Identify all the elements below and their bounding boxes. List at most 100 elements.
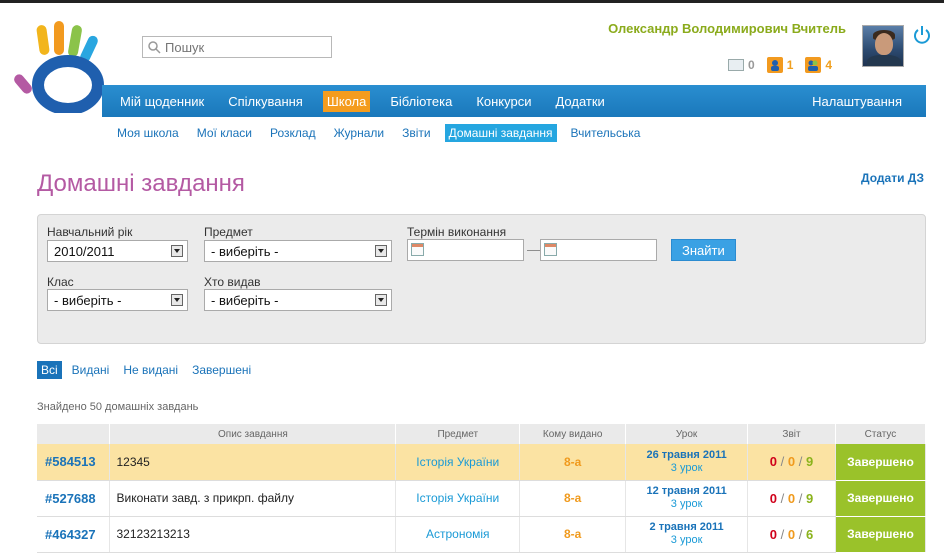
friends-count[interactable]: 4 xyxy=(825,58,832,72)
col-lesson[interactable]: Урок xyxy=(625,424,749,444)
subnav-homework[interactable]: Домашні завдання xyxy=(444,124,557,142)
chevron-down-icon xyxy=(375,294,387,306)
report-sep: / xyxy=(780,526,785,542)
report-red: 0 xyxy=(769,526,778,542)
nav-apps[interactable]: Додатки xyxy=(551,91,608,112)
site-logo[interactable] xyxy=(14,21,114,115)
lesson-number: 3 урок xyxy=(670,534,703,546)
col-description[interactable]: Опис завдання xyxy=(109,424,397,444)
search-input[interactable] xyxy=(165,37,325,57)
homework-report[interactable]: 0 / 0 / 9 xyxy=(747,444,836,481)
subnav-teachers-room[interactable]: Вчительська xyxy=(567,124,645,142)
subnav-schedule[interactable]: Розклад xyxy=(266,124,320,142)
status-badge: Завершено xyxy=(835,480,927,517)
nav-communication[interactable]: Спілкування xyxy=(224,91,307,112)
nav-school[interactable]: Школа xyxy=(322,90,371,112)
deadline-label: Термін виконання xyxy=(407,225,507,239)
chevron-down-icon xyxy=(171,294,183,306)
homework-description[interactable]: 32123213213 xyxy=(109,516,397,553)
lesson-date[interactable]: 26 травня 2011 xyxy=(626,449,747,462)
report-red: 0 xyxy=(769,490,778,506)
report-orange: 0 xyxy=(787,526,796,542)
homework-report[interactable]: 0 / 0 / 6 xyxy=(747,516,836,553)
tab-not-issued[interactable]: Не видані xyxy=(119,361,182,379)
homework-subject[interactable]: Історія України xyxy=(395,480,521,517)
calendar-icon[interactable] xyxy=(411,243,424,256)
friends-icon[interactable] xyxy=(805,57,822,73)
notification-icon[interactable] xyxy=(766,57,783,73)
class-select[interactable]: - виберіть - xyxy=(47,289,188,311)
homework-class[interactable]: 8-а xyxy=(519,444,627,481)
add-homework-link[interactable]: Додати ДЗ xyxy=(861,171,924,185)
table-row[interactable]: #464327 32123213213 Астрономія 8-а 2 тра… xyxy=(37,516,927,553)
user-name[interactable]: Олександр Володимирович Вчитель xyxy=(608,21,846,36)
nav-library[interactable]: Бібліотека xyxy=(386,91,456,112)
deadline-from-input[interactable] xyxy=(407,239,524,261)
subject-label: Предмет xyxy=(204,225,253,239)
homework-subject[interactable]: Астрономія xyxy=(395,516,521,553)
report-sep: / xyxy=(780,490,785,506)
homework-description[interactable]: 12345 xyxy=(109,444,397,481)
homework-id[interactable]: #464327 xyxy=(37,516,111,553)
mail-icon[interactable] xyxy=(728,59,744,71)
report-sep: / xyxy=(798,490,803,506)
col-subject[interactable]: Предмет xyxy=(395,424,521,444)
lesson-date[interactable]: 12 травня 2011 xyxy=(626,485,747,498)
class-value: - виберіть - xyxy=(54,293,122,308)
col-assigned-to[interactable]: Кому видано xyxy=(519,424,627,444)
messages-count[interactable]: 0 xyxy=(748,58,755,72)
tab-issued[interactable]: Видані xyxy=(68,361,114,379)
table-row[interactable]: #584513 12345 Історія України 8-а 26 тра… xyxy=(37,444,927,481)
avatar[interactable] xyxy=(862,25,904,67)
report-green: 6 xyxy=(806,526,814,542)
lesson-number: 3 урок xyxy=(670,498,703,510)
nav-settings[interactable]: Налаштування xyxy=(808,91,906,112)
deadline-to-input[interactable] xyxy=(540,239,657,261)
date-separator: — xyxy=(527,241,541,257)
subject-select[interactable]: - виберіть - xyxy=(204,240,392,262)
chevron-down-icon xyxy=(375,245,387,257)
logout-icon[interactable] xyxy=(912,25,932,45)
report-sep: / xyxy=(798,526,803,542)
page-title: Домашні завдання xyxy=(37,170,245,197)
nav-my-diary[interactable]: Мій щоденник xyxy=(116,91,208,112)
calendar-icon[interactable] xyxy=(544,243,557,256)
subnav-my-classes[interactable]: Мої класи xyxy=(193,124,256,142)
issuer-value: - виберіть - xyxy=(211,293,279,308)
user-stats: 0 1 4 xyxy=(728,57,840,73)
report-sep: / xyxy=(780,454,785,470)
table-row[interactable]: #527688 Виконати завд. з прикрп. файлу І… xyxy=(37,480,927,517)
nav-contests[interactable]: Конкурси xyxy=(472,91,535,112)
col-report[interactable]: Звіт xyxy=(747,424,836,444)
filter-panel: Навчальний рік 2010/2011 Предмет - вибер… xyxy=(37,214,926,344)
year-select[interactable]: 2010/2011 xyxy=(47,240,188,262)
tab-all[interactable]: Всі xyxy=(37,361,62,379)
col-id xyxy=(37,424,111,444)
homework-id[interactable]: #584513 xyxy=(37,444,111,481)
homework-class[interactable]: 8-а xyxy=(519,516,627,553)
report-orange: 0 xyxy=(787,490,796,506)
find-button[interactable]: Знайти xyxy=(671,239,736,261)
table-header-row: Опис завдання Предмет Кому видано Урок З… xyxy=(37,424,927,444)
homework-lesson[interactable]: 26 травня 2011 3 урок xyxy=(625,444,749,481)
homework-subject[interactable]: Історія України xyxy=(395,444,521,481)
homework-report[interactable]: 0 / 0 / 9 xyxy=(747,480,836,517)
tab-completed[interactable]: Завершені xyxy=(188,361,255,379)
search-icon xyxy=(148,41,161,54)
col-status[interactable]: Статус xyxy=(835,424,927,444)
subnav-my-school[interactable]: Моя школа xyxy=(113,124,183,142)
homework-class[interactable]: 8-а xyxy=(519,480,627,517)
homework-table: Опис завдання Предмет Кому видано Урок З… xyxy=(37,424,927,553)
year-label: Навчальний рік xyxy=(47,225,133,239)
notifications-count[interactable]: 1 xyxy=(787,58,794,72)
issuer-select[interactable]: - виберіть - xyxy=(204,289,392,311)
homework-lesson[interactable]: 12 травня 2011 3 урок xyxy=(625,480,749,517)
homework-lesson[interactable]: 2 травня 2011 3 урок xyxy=(625,516,749,553)
search-box[interactable] xyxy=(142,36,332,58)
homework-id[interactable]: #527688 xyxy=(37,480,111,517)
status-tabs: Всі Видані Не видані Завершені xyxy=(37,361,255,379)
subnav-journals[interactable]: Журнали xyxy=(330,124,389,142)
homework-description[interactable]: Виконати завд. з прикрп. файлу xyxy=(109,480,397,517)
subnav-reports[interactable]: Звіти xyxy=(398,124,435,142)
lesson-date[interactable]: 2 травня 2011 xyxy=(626,521,747,534)
